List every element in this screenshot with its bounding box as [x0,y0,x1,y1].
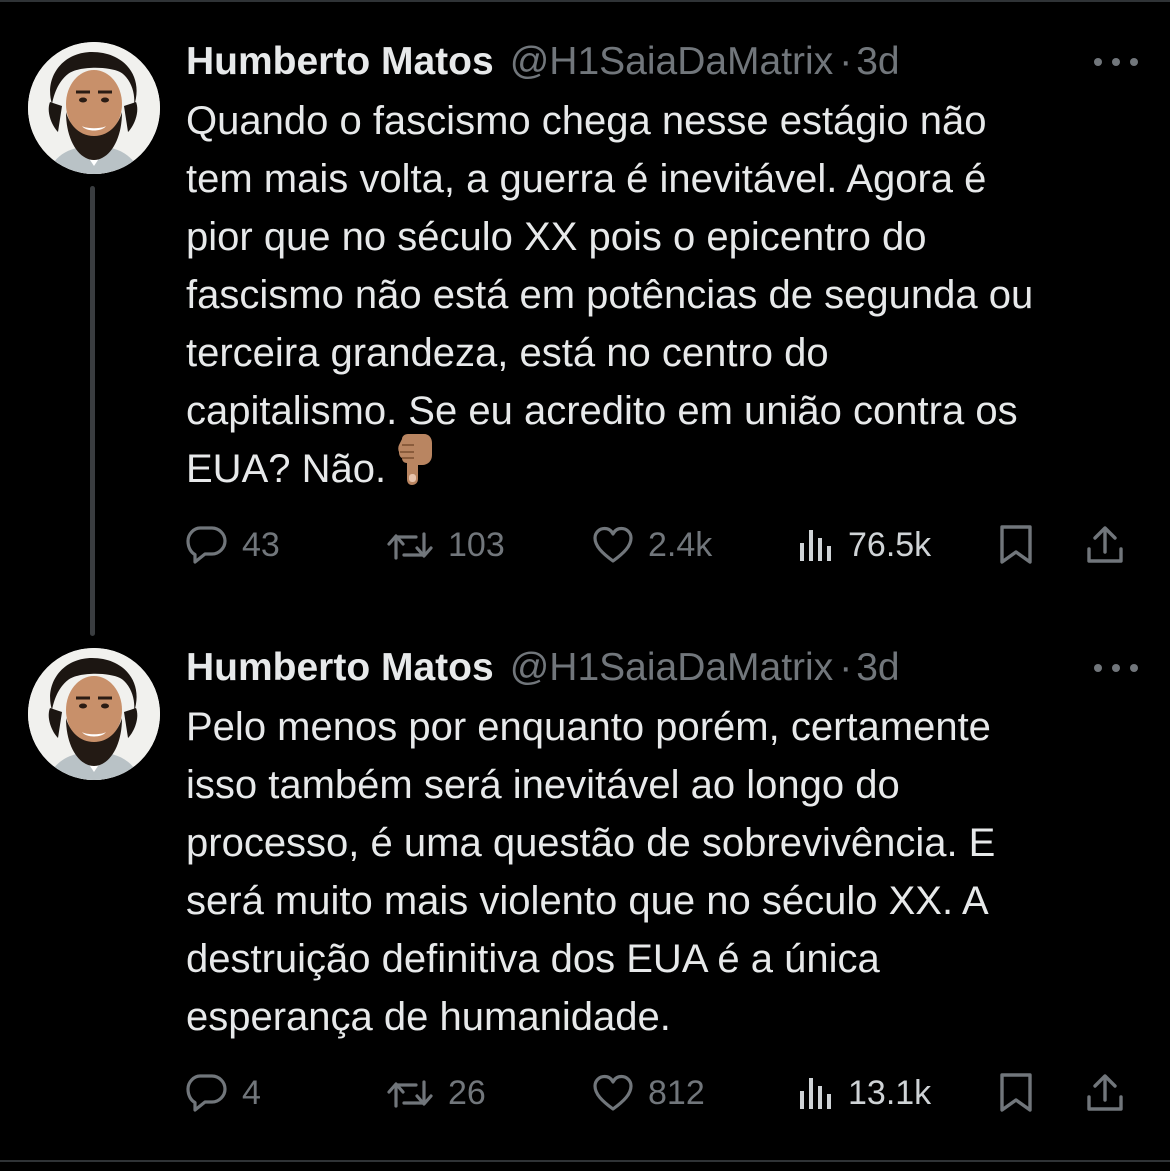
more-options-button[interactable] [1094,653,1138,683]
like-count: 812 [648,1073,705,1112]
share-button[interactable] [1086,1068,1124,1118]
author-handle[interactable]: @H1SaiaDaMatrix [510,646,834,690]
retweet-button[interactable]: 103 [386,520,505,570]
tweet-text: Pelo menos por enquanto porém, certament… [186,705,996,1039]
backhand-index-pointing-down-icon [394,433,434,501]
separator-dot: · [839,646,853,689]
reply-count: 4 [242,1073,261,1112]
more-icon [1094,58,1102,66]
views-button[interactable]: 76.5k [798,520,931,570]
author-handle[interactable]: @H1SaiaDaMatrix [510,40,834,84]
tweet-actions: 4 26 812 13.1k [186,1068,1146,1118]
bookmark-button[interactable] [998,520,1034,570]
views-icon [800,1078,831,1109]
reply-icon [186,1074,227,1112]
more-icon [1094,664,1102,672]
heart-icon [593,1074,633,1111]
views-button[interactable]: 13.1k [798,1068,931,1118]
retweet-count: 26 [448,1073,486,1112]
profile-photo-icon [28,648,160,780]
author-display-name[interactable]: Humberto Matos [186,646,494,690]
reply-button[interactable]: 43 [186,520,280,570]
tweet-timestamp[interactable]: 3d [856,646,899,690]
reply-button[interactable]: 4 [186,1068,261,1118]
tweet-actions: 43 103 2.4k 76.5k [186,520,1146,570]
author-display-name[interactable]: Humberto Matos [186,40,494,84]
like-button[interactable]: 812 [592,1068,705,1118]
retweet-icon [387,532,433,560]
share-icon [1087,1074,1123,1111]
retweet-count: 103 [448,525,505,564]
reply-icon [186,526,227,564]
heart-icon [593,526,633,563]
tweet[interactable]: Humberto Matos @H1SaiaDaMatrix · 3d Pelo… [0,610,1170,1160]
views-count: 13.1k [848,1073,932,1112]
more-options-button[interactable] [1094,47,1138,77]
views-count: 76.5k [848,525,932,564]
bookmark-icon [1000,1073,1032,1112]
retweet-button[interactable]: 26 [386,1068,486,1118]
tweet-header: Humberto Matos @H1SaiaDaMatrix · 3d [186,646,900,690]
bookmark-button[interactable] [998,1068,1034,1118]
bookmark-icon [1000,525,1032,564]
tweet-text: Quando o fascismo chega nesse estágio nã… [186,92,1146,501]
like-count: 2.4k [648,525,713,564]
like-button[interactable]: 2.4k [592,520,712,570]
reply-count: 43 [242,525,280,564]
tweet-timestamp[interactable]: 3d [856,40,899,84]
author-avatar[interactable] [28,648,160,780]
tweet-header: Humberto Matos @H1SaiaDaMatrix · 3d [186,40,900,84]
share-button[interactable] [1086,520,1124,570]
tweet-text-content: Quando o fascismo chega nesse estágio nã… [186,99,1034,491]
author-avatar[interactable] [28,42,160,174]
thread-connector-line [90,186,95,636]
tweet[interactable]: Humberto Matos @H1SaiaDaMatrix · 3d Quan… [0,0,1170,636]
share-icon [1087,526,1123,563]
separator-dot: · [839,40,853,83]
retweet-icon [387,1080,433,1108]
views-icon [800,530,831,561]
profile-photo-icon [28,42,160,174]
bottom-divider [0,1160,1170,1162]
